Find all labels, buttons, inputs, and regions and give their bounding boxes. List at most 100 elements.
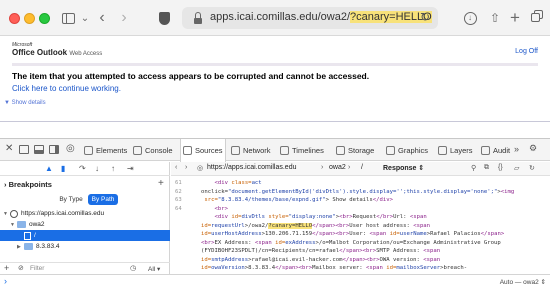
minimize-window-button[interactable] bbox=[24, 13, 35, 24]
copy-icon[interactable]: ⧉ bbox=[484, 164, 489, 172]
tab-layers[interactable]: Layers bbox=[436, 139, 475, 161]
back-arrow-icon[interactable]: ‹ bbox=[95, 9, 109, 27]
inspect-icon[interactable]: ◎ bbox=[66, 143, 75, 154]
close-devtools-icon[interactable]: ✕ bbox=[5, 143, 13, 154]
dock-bottom-icon[interactable] bbox=[34, 145, 44, 154]
nav-back-icon[interactable]: ‹ bbox=[175, 164, 177, 171]
response-label: Response bbox=[383, 165, 417, 172]
breadcrumb-file[interactable]: / bbox=[361, 164, 363, 171]
context-label: Auto — owa2 bbox=[499, 279, 539, 286]
logoff-link[interactable]: Log Off bbox=[515, 48, 538, 55]
error-title: The item that you attempted to access ap… bbox=[12, 71, 370, 81]
tree-file-selected[interactable]: / bbox=[0, 230, 170, 241]
tab-sources[interactable]: Sources bbox=[180, 139, 226, 162]
logo-office: Office Outlook bbox=[12, 48, 68, 57]
document-icon bbox=[24, 231, 31, 240]
settings-icon[interactable]: ⚙ bbox=[529, 143, 537, 154]
step-over-icon[interactable]: ↷ bbox=[79, 164, 86, 173]
execution-context-select[interactable]: Auto — owa2 ⇕ bbox=[500, 278, 546, 286]
tree-origin-label: https://apps.icai.comillas.edu bbox=[21, 210, 105, 217]
tree-subfolder[interactable]: ▶ 8.3.83.4 bbox=[0, 241, 170, 252]
step-into-icon[interactable]: ↓ bbox=[95, 164, 99, 173]
editor-toolbar: ‹ › ◎ https://apps.icai.comillas.edu › o… bbox=[171, 162, 550, 176]
download-icon[interactable]: ↓ bbox=[462, 9, 478, 27]
logo-web-access: Web Access bbox=[69, 51, 103, 57]
tab-console[interactable]: Console bbox=[131, 139, 175, 161]
tab-network[interactable]: Network bbox=[229, 139, 273, 161]
line-number-gutter: 61 62 63 64 bbox=[175, 179, 197, 213]
group-by-type[interactable]: By Type bbox=[55, 194, 87, 205]
search-icon[interactable]: ⚲ bbox=[471, 164, 476, 172]
clock-icon[interactable]: ◷ bbox=[130, 264, 136, 272]
continue-icon[interactable]: ⇥ bbox=[127, 164, 134, 173]
tree-origin[interactable]: ▼ https://apps.icai.comillas.edu bbox=[0, 208, 170, 219]
breakpoints-header[interactable]: › Breakpoints bbox=[4, 180, 52, 189]
line-number: 62 bbox=[175, 188, 182, 195]
group-by-path[interactable]: By Path bbox=[88, 194, 118, 205]
dock-right-icon[interactable] bbox=[49, 145, 59, 154]
share-icon[interactable]: ⇧ bbox=[488, 9, 502, 27]
close-window-button[interactable] bbox=[9, 13, 20, 24]
source-editor: ‹ › ◎ https://apps.icai.comillas.edu › o… bbox=[171, 162, 550, 274]
show-details-toggle[interactable]: ▼ Show details bbox=[4, 100, 46, 106]
reload-icon[interactable]: ↻ bbox=[529, 164, 535, 172]
tab-storage[interactable]: Storage bbox=[334, 139, 376, 161]
chevron-down-icon[interactable]: ⌄ bbox=[79, 9, 91, 27]
code-line: <div class=act bbox=[214, 180, 262, 186]
code-line: id=owaVersion>8.3.83.4</span><br>Mailbox… bbox=[201, 265, 468, 271]
expand-arrow-icon: ▼ bbox=[3, 210, 8, 217]
response-selector[interactable]: Response ⇕ bbox=[383, 164, 424, 172]
pretty-print-icon[interactable]: {} bbox=[498, 164, 503, 171]
zoom-window-button[interactable] bbox=[39, 13, 50, 24]
code-line: onclick="document.getElementById('divDtl… bbox=[201, 188, 515, 195]
breadcrumb-origin[interactable]: https://apps.icai.comillas.edu bbox=[207, 164, 297, 171]
breakpoints-label: Breakpoints bbox=[8, 180, 52, 189]
tab-elements[interactable]: Elements bbox=[82, 139, 129, 161]
navigator-toolbar: ▲ ▮ ↷ ↓ ↑ ⇥ bbox=[0, 162, 170, 176]
tab-audit-label: Audit bbox=[493, 145, 511, 155]
breakpoint-toggle-icon[interactable]: ▲ bbox=[45, 164, 53, 173]
nav-forward-icon[interactable]: › bbox=[185, 164, 187, 171]
tab-overview-icon[interactable] bbox=[530, 9, 544, 27]
elements-icon bbox=[84, 145, 93, 155]
tree-folder-label: owa2 bbox=[29, 221, 45, 228]
page-content: Microsoft Office Outlook Web Access Log … bbox=[0, 37, 550, 138]
timelines-icon bbox=[280, 145, 289, 155]
undock-icon[interactable] bbox=[19, 145, 29, 154]
breadcrumb-folder[interactable]: owa2 bbox=[329, 164, 346, 171]
filter-input[interactable]: Filter bbox=[30, 265, 44, 272]
forward-arrow-icon[interactable]: › bbox=[117, 9, 131, 27]
continue-link[interactable]: Click here to continue working. bbox=[12, 84, 121, 93]
tab-timelines-label: Timelines bbox=[292, 145, 324, 155]
devtools-tab-bar: ✕ ◎ Elements Console Sources Network Tim… bbox=[0, 139, 550, 162]
tree-subfolder-label: 8.3.83.4 bbox=[36, 243, 60, 250]
type-info-icon[interactable]: ▱ bbox=[514, 164, 519, 172]
pause-on-exception-icon[interactable]: ▮ bbox=[61, 164, 65, 173]
tab-graphics-label: Graphics bbox=[398, 145, 429, 155]
lock-icon bbox=[192, 12, 204, 24]
step-out-icon[interactable]: ↑ bbox=[111, 164, 115, 173]
console-prompt-icon[interactable]: › bbox=[4, 276, 7, 286]
tab-audit[interactable]: Audit bbox=[479, 139, 512, 161]
storage-icon bbox=[336, 145, 345, 155]
header-divider bbox=[12, 63, 538, 66]
globe-icon: ◎ bbox=[197, 165, 204, 172]
code-view[interactable]: 61 62 63 64 <div class=act onclick="docum… bbox=[171, 179, 550, 274]
shield-icon[interactable] bbox=[156, 9, 172, 27]
sidebar-toggle-icon[interactable] bbox=[59, 9, 77, 27]
filter-all-select[interactable]: All ▾ bbox=[148, 265, 160, 273]
add-breakpoint-icon[interactable]: + bbox=[158, 178, 164, 189]
breadcrumb-separator-icon: › bbox=[321, 164, 324, 171]
reload-icon[interactable]: ↻ bbox=[420, 10, 430, 24]
tab-timelines[interactable]: Timelines bbox=[278, 139, 326, 161]
tab-network-label: Network bbox=[243, 145, 271, 155]
navigator-filter-bar: + ⊘ Filter ◷ All ▾ bbox=[0, 262, 170, 274]
add-resource-icon[interactable]: + bbox=[4, 263, 9, 273]
page-divider bbox=[0, 121, 550, 122]
address-bar[interactable]: apps.icai.comillas.edu/owa2/?canary=HELL… bbox=[182, 7, 438, 29]
more-tabs-icon[interactable]: » bbox=[514, 144, 519, 154]
filter-all-label: All bbox=[148, 266, 156, 273]
tree-folder[interactable]: ▼ owa2 bbox=[0, 219, 170, 230]
tab-graphics[interactable]: Graphics bbox=[384, 139, 430, 161]
new-tab-icon[interactable]: + bbox=[508, 8, 522, 27]
